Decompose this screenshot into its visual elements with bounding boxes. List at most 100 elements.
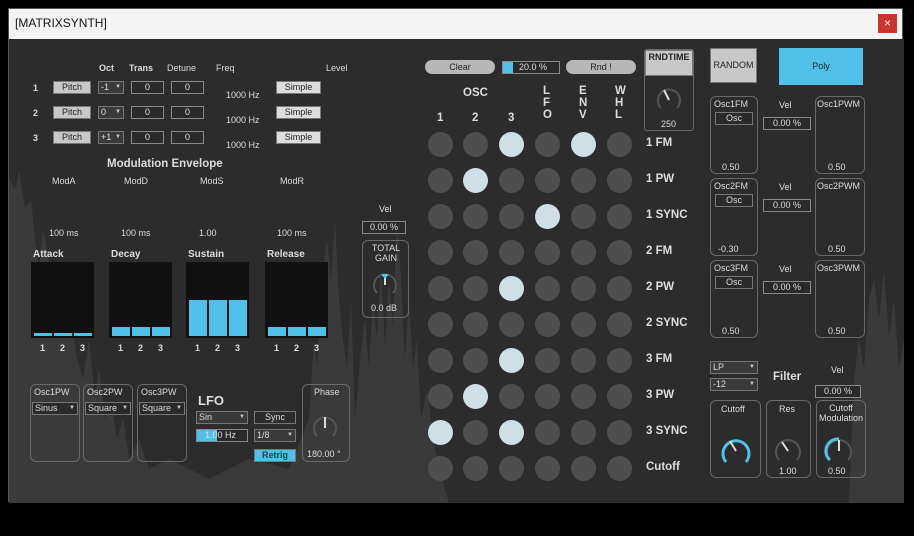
adsr-sliders[interactable] bbox=[31, 262, 94, 338]
trans-field[interactable]: 0 bbox=[131, 106, 164, 119]
matrix-cell[interactable] bbox=[463, 312, 488, 337]
matrix-cell[interactable] bbox=[499, 384, 524, 409]
matrix-cell[interactable] bbox=[428, 312, 453, 337]
matrix-cell[interactable] bbox=[499, 204, 524, 229]
matrix-cell[interactable] bbox=[571, 204, 596, 229]
matrix-cell[interactable] bbox=[535, 384, 560, 409]
oct-select[interactable]: 0 bbox=[98, 106, 124, 119]
cutoff-knob[interactable] bbox=[719, 434, 753, 468]
res-knob[interactable] bbox=[773, 436, 803, 466]
matrix-cell[interactable] bbox=[571, 456, 596, 481]
matrix-cell[interactable] bbox=[571, 240, 596, 265]
matrix-cell[interactable] bbox=[535, 420, 560, 445]
matrix-cell[interactable] bbox=[428, 384, 453, 409]
matrix-cell[interactable] bbox=[499, 420, 524, 445]
matrix-cell[interactable] bbox=[607, 168, 632, 193]
fm-source-select[interactable]: Osc bbox=[715, 112, 753, 125]
matrix-cell[interactable] bbox=[535, 168, 560, 193]
phase-knob[interactable] bbox=[311, 414, 339, 442]
matrix-cell[interactable] bbox=[463, 204, 488, 229]
oct-select[interactable]: -1 bbox=[98, 81, 124, 94]
matrix-cell[interactable] bbox=[428, 456, 453, 481]
total-gain-knob[interactable] bbox=[371, 271, 399, 299]
matrix-cell[interactable] bbox=[535, 204, 560, 229]
matrix-cell[interactable] bbox=[428, 276, 453, 301]
filter-vel-value[interactable]: 0.00 % bbox=[815, 385, 861, 398]
matrix-cell[interactable] bbox=[463, 456, 488, 481]
matrix-cell[interactable] bbox=[499, 312, 524, 337]
adsr-slider-bar[interactable] bbox=[189, 300, 207, 336]
matrix-cell[interactable] bbox=[607, 348, 632, 373]
matrix-cell[interactable] bbox=[571, 384, 596, 409]
adsr-slider-bar[interactable] bbox=[268, 327, 286, 336]
close-button[interactable]: × bbox=[878, 14, 897, 33]
fm-vel-value[interactable]: 0.00 % bbox=[763, 281, 811, 294]
filter-type-select[interactable]: LP bbox=[710, 361, 758, 374]
fm-vel-value[interactable]: 0.00 % bbox=[763, 199, 811, 212]
matrix-cell[interactable] bbox=[428, 132, 453, 157]
matrix-cell[interactable] bbox=[607, 204, 632, 229]
matrix-cell[interactable] bbox=[571, 168, 596, 193]
adsr-slider-bar[interactable] bbox=[209, 300, 227, 336]
fm-source-select[interactable]: Osc bbox=[715, 276, 753, 289]
matrix-cell[interactable] bbox=[499, 132, 524, 157]
pwm-wave-select[interactable]: Sinus bbox=[32, 402, 78, 415]
detune-field[interactable]: 0 bbox=[171, 81, 204, 94]
matrix-cell[interactable] bbox=[463, 384, 488, 409]
adsr-slider-bar[interactable] bbox=[54, 333, 72, 336]
lfo-wave-select[interactable]: Sin bbox=[196, 411, 248, 424]
matrix-cell[interactable] bbox=[535, 132, 560, 157]
pwm-wave-select[interactable]: Square bbox=[85, 402, 131, 415]
fm-vel-value[interactable]: 0.00 % bbox=[763, 117, 811, 130]
poly-button[interactable]: Poly bbox=[779, 48, 863, 85]
matrix-cell[interactable] bbox=[571, 348, 596, 373]
adsr-slider-bar[interactable] bbox=[152, 327, 170, 336]
rndtime-knob[interactable] bbox=[655, 86, 683, 114]
rnd-percent-field[interactable]: 20.0 % bbox=[502, 61, 560, 74]
matrix-cell[interactable] bbox=[607, 420, 632, 445]
matrix-cell[interactable] bbox=[463, 240, 488, 265]
oct-select[interactable]: +1 bbox=[98, 131, 124, 144]
matrix-cell[interactable] bbox=[499, 168, 524, 193]
adsr-slider-bar[interactable] bbox=[74, 333, 92, 336]
random-button[interactable]: RANDOM bbox=[710, 48, 757, 83]
matrix-cell[interactable] bbox=[428, 204, 453, 229]
matrix-cell[interactable] bbox=[499, 348, 524, 373]
detune-field[interactable]: 0 bbox=[171, 106, 204, 119]
fm-source-select[interactable]: Osc bbox=[715, 194, 753, 207]
retrig-button[interactable]: Retrig bbox=[254, 449, 296, 462]
adsr-slider-bar[interactable] bbox=[288, 327, 306, 336]
rnd-button[interactable]: Rnd ! bbox=[566, 60, 636, 74]
filter-slope-select[interactable]: -12 bbox=[710, 378, 758, 391]
trans-field[interactable]: 0 bbox=[131, 131, 164, 144]
lfo-rate-field[interactable]: 1.00 Hz bbox=[196, 429, 248, 442]
matrix-cell[interactable] bbox=[607, 384, 632, 409]
trans-field[interactable]: 0 bbox=[131, 81, 164, 94]
matrix-cell[interactable] bbox=[535, 348, 560, 373]
matrix-cell[interactable] bbox=[571, 312, 596, 337]
detune-field[interactable]: 0 bbox=[171, 131, 204, 144]
adsr-slider-bar[interactable] bbox=[308, 327, 326, 336]
matrix-cell[interactable] bbox=[607, 240, 632, 265]
matrix-cell[interactable] bbox=[571, 276, 596, 301]
matrix-cell[interactable] bbox=[535, 276, 560, 301]
matrix-cell[interactable] bbox=[607, 132, 632, 157]
matrix-cell[interactable] bbox=[499, 276, 524, 301]
adsr-slider-bar[interactable] bbox=[112, 327, 130, 336]
clear-button[interactable]: Clear bbox=[425, 60, 495, 74]
rndtime-button[interactable]: RNDTIME bbox=[645, 50, 693, 76]
matrix-cell[interactable] bbox=[463, 168, 488, 193]
adsr-slider-bar[interactable] bbox=[132, 327, 150, 336]
wave-button[interactable]: Simple bbox=[276, 106, 321, 119]
osc-mode-button[interactable]: Pitch bbox=[53, 106, 91, 119]
matrix-cell[interactable] bbox=[535, 456, 560, 481]
matrix-cell[interactable] bbox=[499, 456, 524, 481]
wave-button[interactable]: Simple bbox=[276, 81, 321, 94]
cutoff-mod-knob[interactable] bbox=[824, 436, 854, 466]
matrix-cell[interactable] bbox=[428, 168, 453, 193]
matrix-cell[interactable] bbox=[607, 456, 632, 481]
matrix-cell[interactable] bbox=[499, 240, 524, 265]
wave-button[interactable]: Simple bbox=[276, 131, 321, 144]
lfo-sync-select[interactable]: 1/8 bbox=[254, 429, 296, 442]
osc-mode-button[interactable]: Pitch bbox=[53, 81, 91, 94]
